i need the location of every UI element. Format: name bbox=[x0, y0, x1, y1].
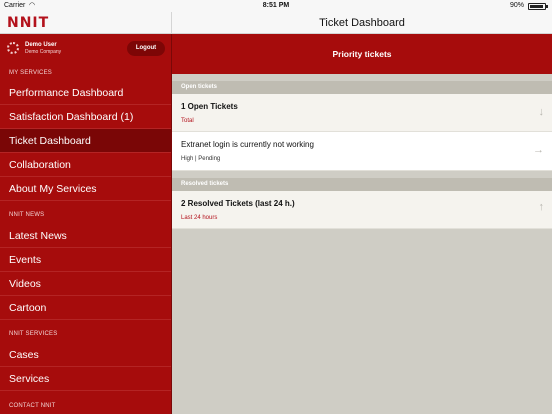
app-root: Carrier ◠ 8:51 PM 90% NNIT Ticket Dashbo… bbox=[0, 0, 552, 414]
battery-percent: 90% bbox=[509, 2, 524, 9]
resolved-tickets-summary-row[interactable]: 2 Resolved Tickets (last 24 h.) Last 24 … bbox=[172, 191, 552, 229]
row-subtitle: High | Pending bbox=[181, 156, 221, 162]
user-name: Demo User bbox=[25, 42, 57, 48]
user-row: Demo User Demo Company Logout bbox=[0, 34, 172, 64]
section-label-nnit-news: NNIT NEWS bbox=[9, 212, 45, 218]
sidebar-item-cases[interactable]: Cases bbox=[0, 343, 171, 367]
row-title: 1 Open Tickets bbox=[181, 102, 238, 111]
sidebar-item-events[interactable]: Events bbox=[0, 248, 171, 272]
group-label-open-tickets: Open tickets bbox=[172, 81, 552, 94]
nnit-logo: NNIT bbox=[7, 15, 50, 31]
sidebar-item-satisfaction-dashboard[interactable]: Satisfaction Dashboard (1) bbox=[0, 105, 171, 129]
arrow-up-icon: ↑ bbox=[538, 201, 545, 213]
row-title: 2 Resolved Tickets (last 24 h.) bbox=[181, 199, 295, 208]
sidebar-navbar: NNIT bbox=[0, 12, 172, 34]
sidebar-item-cartoon[interactable]: Cartoon bbox=[0, 296, 171, 320]
section-label-my-services: MY SERVICES bbox=[9, 70, 52, 76]
priority-tickets-header: Priority tickets bbox=[172, 34, 552, 74]
status-bar: Carrier ◠ 8:51 PM 90% bbox=[0, 0, 552, 12]
sidebar-item-collaboration[interactable]: Collaboration bbox=[0, 153, 171, 177]
status-time: 8:51 PM bbox=[262, 2, 290, 9]
row-subtitle: Last 24 hours bbox=[181, 215, 218, 221]
sidebar-item-about-my-services[interactable]: About My Services bbox=[0, 177, 171, 201]
ticket-row[interactable]: Extranet login is currently not working … bbox=[172, 132, 552, 171]
page-title: Ticket Dashboard bbox=[319, 17, 405, 29]
sidebar-item-performance-dashboard[interactable]: Performance Dashboard bbox=[0, 81, 171, 105]
sidebar-item-services[interactable]: Services bbox=[0, 367, 171, 391]
user-company: Demo Company bbox=[25, 49, 62, 55]
arrow-right-icon: → bbox=[533, 144, 544, 156]
main-content: Priority tickets Open tickets 1 Open Tic… bbox=[172, 34, 552, 414]
section-label-nnit-services: NNIT SERVICES bbox=[9, 331, 58, 337]
row-title: Extranet login is currently not working bbox=[181, 140, 314, 149]
sidebar: Demo User Demo Company Logout MY SERVICE… bbox=[0, 34, 172, 414]
main-navbar: Ticket Dashboard bbox=[172, 12, 552, 34]
logout-button[interactable]: Logout bbox=[127, 41, 165, 56]
sidebar-item-ticket-dashboard[interactable]: Ticket Dashboard bbox=[0, 129, 171, 153]
user-spinner-icon bbox=[7, 42, 19, 54]
row-subtitle: Total bbox=[181, 118, 194, 124]
section-label-contact-nnit: CONTACT NNIT bbox=[9, 403, 56, 409]
sidebar-item-latest-news[interactable]: Latest News bbox=[0, 224, 171, 248]
battery-icon bbox=[528, 3, 548, 10]
group-label-resolved-tickets: Resolved tickets bbox=[172, 178, 552, 191]
sidebar-item-videos[interactable]: Videos bbox=[0, 272, 171, 296]
open-tickets-summary-row[interactable]: 1 Open Tickets Total ↓ bbox=[172, 94, 552, 132]
arrow-down-icon: ↓ bbox=[538, 106, 545, 118]
